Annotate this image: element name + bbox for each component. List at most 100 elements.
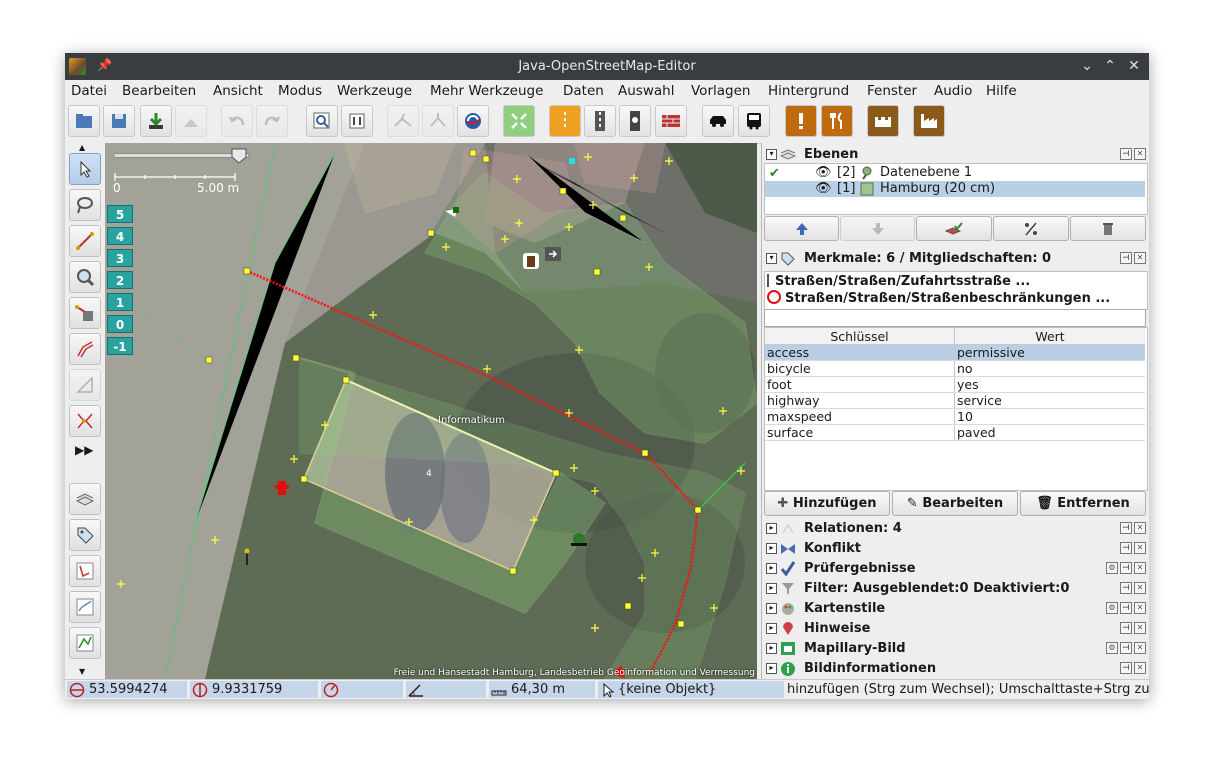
- detach-icon[interactable]: ⊣: [1120, 642, 1132, 654]
- table-row[interactable]: highway service: [765, 393, 1145, 409]
- improve-way-button[interactable]: [69, 405, 101, 437]
- close-panel-icon[interactable]: ✕: [1134, 252, 1146, 264]
- detach-icon[interactable]: ⊣: [1120, 252, 1132, 264]
- panel-controls[interactable]: ⊣ ✕: [1118, 662, 1146, 674]
- relations-panel-header[interactable]: ▸ Relationen: 4 ⊣ ✕: [762, 519, 1146, 538]
- preset-area-button[interactable]: [503, 105, 535, 137]
- expand-toggle-icon[interactable]: ▸: [766, 623, 777, 634]
- edit-tag-button[interactable]: ✎ Bearbeiten: [892, 491, 1018, 516]
- zoom-mode-button[interactable]: [69, 261, 101, 293]
- preset-link[interactable]: Straßen/Straßen/Zufahrtsstraße ...: [767, 274, 1030, 289]
- maximize-button[interactable]: ⌃: [1099, 56, 1121, 76]
- expand-toggle-icon[interactable]: ▸: [766, 563, 777, 574]
- panel-controls[interactable]: ⚙ ⊣ ✕: [1104, 642, 1146, 654]
- expand-toggle-icon[interactable]: ▸: [766, 543, 777, 554]
- download-button[interactable]: [140, 105, 172, 137]
- menu-daten[interactable]: Daten: [563, 83, 604, 99]
- preset-industrial-button[interactable]: [913, 105, 945, 137]
- preset-barrier-button[interactable]: [655, 105, 687, 137]
- toggle-layers-button[interactable]: [69, 483, 101, 515]
- eye-icon[interactable]: 👁: [815, 165, 832, 180]
- undo-button[interactable]: [221, 105, 253, 137]
- preset-historic-button[interactable]: [867, 105, 899, 137]
- detach-icon[interactable]: ⊣: [1120, 622, 1132, 634]
- waste-basket-icon[interactable]: [523, 253, 539, 269]
- menu-hintergrund[interactable]: Hintergrund: [768, 83, 849, 99]
- mapstyles-panel-header[interactable]: ▸ Kartenstile ⚙ ⊣ ✕: [762, 599, 1146, 618]
- parallel-mode-button[interactable]: [69, 333, 101, 365]
- table-row[interactable]: surface paved: [765, 425, 1145, 441]
- select-mode-button[interactable]: [69, 153, 101, 185]
- open-file-button[interactable]: [68, 105, 100, 137]
- column-header-key[interactable]: Schlüssel: [765, 328, 955, 345]
- layer-row-selected[interactable]: 👁 [1] Hamburg (20 cm): [765, 181, 1145, 197]
- expand-toggle-icon[interactable]: ▸: [766, 663, 777, 674]
- validation-panel-header[interactable]: ▸ Prüfergebnisse ⚙ ⊣ ✕: [762, 559, 1146, 578]
- column-header-value[interactable]: Wert: [955, 328, 1145, 345]
- tags-panel-header[interactable]: ▾ Merkmale: 6 / Mitgliedschaften: 0 ⊣ ✕: [762, 249, 1146, 268]
- map-view[interactable]: 0 5.00 m 5 4 3 2 1 0 -1 Informatikum 4 F…: [105, 143, 757, 679]
- entrance-icon[interactable]: [545, 247, 561, 261]
- table-row[interactable]: access permissive: [765, 345, 1145, 361]
- level-button-2[interactable]: 2: [107, 271, 133, 289]
- close-panel-icon[interactable]: ✕: [1134, 622, 1146, 634]
- layers-panel-header[interactable]: ▾ Ebenen ⊣ ✕: [762, 145, 1146, 164]
- expand-toggle-icon[interactable]: ▸: [766, 643, 777, 654]
- settings-small-icon[interactable]: ⚙: [1106, 642, 1118, 654]
- panel-controls[interactable]: ⊣ ✕: [1118, 252, 1146, 264]
- menu-audio[interactable]: Audio: [934, 83, 972, 99]
- detach-icon[interactable]: ⊣: [1120, 522, 1132, 534]
- preset-road2-button[interactable]: [584, 105, 616, 137]
- menu-ansicht[interactable]: Ansicht: [213, 83, 263, 99]
- toggle-tags-button[interactable]: [69, 519, 101, 551]
- menu-vorlagen[interactable]: Vorlagen: [691, 83, 750, 99]
- draw-mode-button[interactable]: [69, 225, 101, 257]
- panel-controls[interactable]: ⊣ ✕: [1118, 522, 1146, 534]
- panel-controls[interactable]: ⚙ ⊣ ✕: [1104, 562, 1146, 574]
- level-button-minus1[interactable]: -1: [107, 337, 133, 355]
- redo-button[interactable]: [256, 105, 288, 137]
- preset-bus-button[interactable]: [738, 105, 770, 137]
- move-layer-up-button[interactable]: [764, 216, 839, 241]
- toggle-selection-button[interactable]: [69, 555, 101, 587]
- move-layer-down-button[interactable]: [840, 216, 915, 241]
- lasso-mode-button[interactable]: [69, 189, 101, 221]
- panel-controls[interactable]: ⊣ ✕: [1118, 542, 1146, 554]
- delete-mode-button[interactable]: [69, 297, 101, 329]
- menu-fenster[interactable]: Fenster: [867, 83, 917, 99]
- expand-toggle-icon[interactable]: ▸: [766, 583, 777, 594]
- notes-panel-header[interactable]: ▸ Hinweise ⊣ ✕: [762, 619, 1146, 638]
- panel-controls[interactable]: ⊣ ✕: [1118, 148, 1146, 160]
- toggle-history-button[interactable]: [69, 627, 101, 659]
- scroll-up-arrow-icon[interactable]: ▲: [79, 143, 85, 152]
- close-panel-icon[interactable]: ✕: [1134, 148, 1146, 160]
- detach-icon[interactable]: ⊣: [1120, 582, 1132, 594]
- close-panel-icon[interactable]: ✕: [1134, 642, 1146, 654]
- preferences-button[interactable]: [341, 105, 373, 137]
- level-button-1[interactable]: 1: [107, 293, 133, 311]
- level-button-0[interactable]: 0: [107, 315, 133, 333]
- preset-car-button[interactable]: [702, 105, 734, 137]
- panel-controls[interactable]: ⚙ ⊣ ✕: [1104, 602, 1146, 614]
- close-panel-icon[interactable]: ✕: [1134, 662, 1146, 674]
- close-panel-icon[interactable]: ✕: [1134, 602, 1146, 614]
- expand-toggle-icon[interactable]: ▸: [766, 523, 777, 534]
- save-button[interactable]: [103, 105, 135, 137]
- split-way-button[interactable]: [387, 105, 419, 137]
- menu-bearbeiten[interactable]: Bearbeiten: [122, 83, 196, 99]
- add-tag-button[interactable]: ✚ Hinzufügen: [764, 491, 890, 516]
- close-button[interactable]: ✕: [1123, 56, 1145, 76]
- minimize-button[interactable]: ⌄: [1076, 56, 1098, 76]
- menu-hilfe[interactable]: Hilfe: [986, 83, 1017, 99]
- reverse-way-button[interactable]: [457, 105, 489, 137]
- detach-icon[interactable]: ⊣: [1120, 148, 1132, 160]
- table-row[interactable]: maxspeed 10: [765, 409, 1145, 425]
- detach-icon[interactable]: ⊣: [1120, 602, 1132, 614]
- extrude-mode-button[interactable]: [69, 369, 101, 401]
- preset-food-button[interactable]: [821, 105, 853, 137]
- layer-row[interactable]: ✔ 👁 [2] Datenebene 1: [765, 165, 1145, 181]
- close-panel-icon[interactable]: ✕: [1134, 582, 1146, 594]
- preset-link[interactable]: Straßen/Straßen/Straßenbeschränkungen ..…: [767, 290, 1110, 306]
- toggle-relations-button[interactable]: [69, 591, 101, 623]
- panel-controls[interactable]: ⊣ ✕: [1118, 622, 1146, 634]
